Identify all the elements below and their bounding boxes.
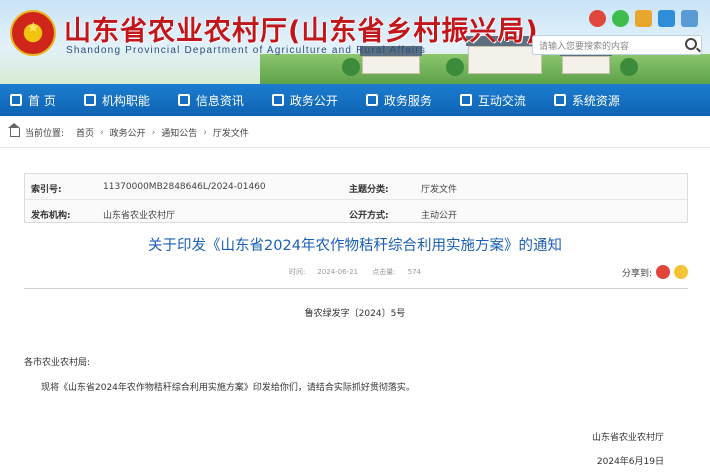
gear-icon bbox=[365, 94, 378, 106]
document-metadata-table: 索引号: 11370000MB2848646L/2024-01460 主题分类:… bbox=[24, 173, 688, 223]
banner-tree-decoration bbox=[446, 58, 464, 76]
title-divider bbox=[24, 288, 688, 289]
issuer-value: 山东省农业农村厅 bbox=[103, 211, 176, 221]
date-value: 2024-06-21 bbox=[317, 268, 359, 276]
document-signature: 山东省农业农村厅 bbox=[591, 433, 664, 443]
wechat-icon[interactable] bbox=[612, 10, 629, 27]
grid-icon bbox=[553, 94, 566, 106]
home-icon bbox=[10, 94, 22, 106]
index-value: 11370000MB2848646L/2024-01460 bbox=[103, 182, 266, 192]
document-body: 现将《山东省2024年农作物秸秆综合利用实施方案》印发给你们，请结合实际抓好贯彻… bbox=[41, 383, 415, 393]
search-input[interactable]: 请输入您要搜索的内容 bbox=[532, 35, 702, 55]
views-value: 574 bbox=[407, 268, 421, 276]
weibo-share-icon[interactable] bbox=[656, 265, 670, 279]
breadcrumb: 当前位置: 首页 › 政务公开 › 通知公告 › 厅发文件 bbox=[0, 118, 710, 148]
views-label: 点击量: bbox=[372, 268, 396, 276]
inbox-icon bbox=[271, 94, 284, 106]
document-title: 关于印发《山东省2024年农作物秸秆综合利用实施方案》的通知 bbox=[148, 238, 562, 254]
public-label: 公开方式: bbox=[349, 211, 389, 221]
settings-icon[interactable] bbox=[681, 10, 698, 27]
nav-item-interaction[interactable]: 互动交流 bbox=[459, 92, 526, 109]
qzone-share-icon[interactable] bbox=[674, 265, 688, 279]
accessibility-icon[interactable] bbox=[658, 10, 675, 27]
org-chart-icon bbox=[83, 94, 96, 106]
banner-house-decoration bbox=[362, 56, 420, 74]
document-icon bbox=[177, 94, 190, 106]
banner-house-decoration bbox=[562, 56, 610, 74]
site-header: 山东省农业农村厅(山东省乡村振兴局) Shandong Provincial D… bbox=[0, 0, 710, 84]
home-icon bbox=[8, 123, 20, 137]
breadcrumb-separator: › bbox=[151, 127, 156, 138]
nav-item-functions[interactable]: 机构职能 bbox=[83, 92, 150, 109]
issuer-label: 发布机构: bbox=[31, 211, 71, 221]
share-label: 分享到: bbox=[621, 268, 652, 279]
nav-item-label: 政务公开 bbox=[289, 93, 338, 108]
date-label: 时间: bbox=[288, 268, 306, 276]
nav-item-label: 政务服务 bbox=[383, 93, 432, 108]
national-emblem-logo bbox=[10, 10, 56, 56]
main-nav: 首 页 机构职能 信息资讯 政务公开 政务服务 互动交流 系统资源 bbox=[0, 84, 710, 116]
site-subtitle: Shandong Provincial Department of Agricu… bbox=[66, 45, 427, 56]
search-placeholder: 请输入您要搜索的内容 bbox=[539, 42, 630, 52]
metadata-row: 索引号: 11370000MB2848646L/2024-01460 主题分类:… bbox=[25, 174, 687, 199]
breadcrumb-separator: › bbox=[100, 127, 104, 138]
nav-item-news[interactable]: 信息资讯 bbox=[177, 92, 244, 109]
mail-icon[interactable] bbox=[635, 10, 652, 27]
top-share-icons bbox=[589, 10, 698, 27]
document-recipient: 各市农业农村局: bbox=[24, 358, 91, 368]
nav-item-label: 信息资讯 bbox=[195, 93, 244, 108]
subject-value: 厅发文件 bbox=[421, 185, 458, 195]
banner-house-decoration bbox=[468, 46, 542, 74]
subject-label: 主题分类: bbox=[349, 185, 389, 195]
nav-item-open-affairs[interactable]: 政务公开 bbox=[271, 92, 338, 109]
breadcrumb-item-home[interactable]: 首页 bbox=[76, 126, 94, 139]
nav-item-label: 互动交流 bbox=[477, 93, 526, 108]
banner-tree-decoration bbox=[342, 58, 360, 76]
nav-item-label: 机构职能 bbox=[101, 93, 150, 108]
metadata-row: 发布机构: 山东省农业农村厅 公开方式: 主动公开 bbox=[25, 199, 687, 224]
document-number: 鲁农绿发字〔2024〕5号 bbox=[304, 309, 406, 319]
weibo-icon[interactable] bbox=[589, 10, 606, 27]
nav-item-label: 系统资源 bbox=[571, 93, 620, 108]
breadcrumb-item-notices[interactable]: 通知公告 bbox=[161, 126, 197, 139]
nav-item-home[interactable]: 首 页 bbox=[10, 92, 56, 109]
public-value: 主动公开 bbox=[421, 211, 458, 221]
site-title: 山东省农业农村厅(山东省乡村振兴局) bbox=[64, 16, 539, 47]
document-info: 时间: 2024-06-21 点击量: 574 bbox=[0, 267, 710, 277]
breadcrumb-item-dept-files[interactable]: 厅发文件 bbox=[213, 126, 249, 139]
share-bar: 分享到: bbox=[622, 265, 688, 279]
search-icon[interactable] bbox=[685, 38, 697, 50]
breadcrumb-item-open-affairs[interactable]: 政务公开 bbox=[110, 126, 146, 139]
nav-item-services[interactable]: 政务服务 bbox=[365, 92, 432, 109]
index-label: 索引号: bbox=[31, 185, 62, 195]
breadcrumb-separator: › bbox=[203, 127, 207, 138]
nav-item-resources[interactable]: 系统资源 bbox=[553, 92, 620, 109]
document-sign-date: 2024年6月19日 bbox=[596, 457, 664, 467]
breadcrumb-label: 当前位置: bbox=[25, 129, 65, 139]
nav-item-label: 首 页 bbox=[28, 93, 56, 108]
banner-tree-decoration bbox=[620, 58, 638, 76]
chat-icon bbox=[459, 94, 472, 106]
